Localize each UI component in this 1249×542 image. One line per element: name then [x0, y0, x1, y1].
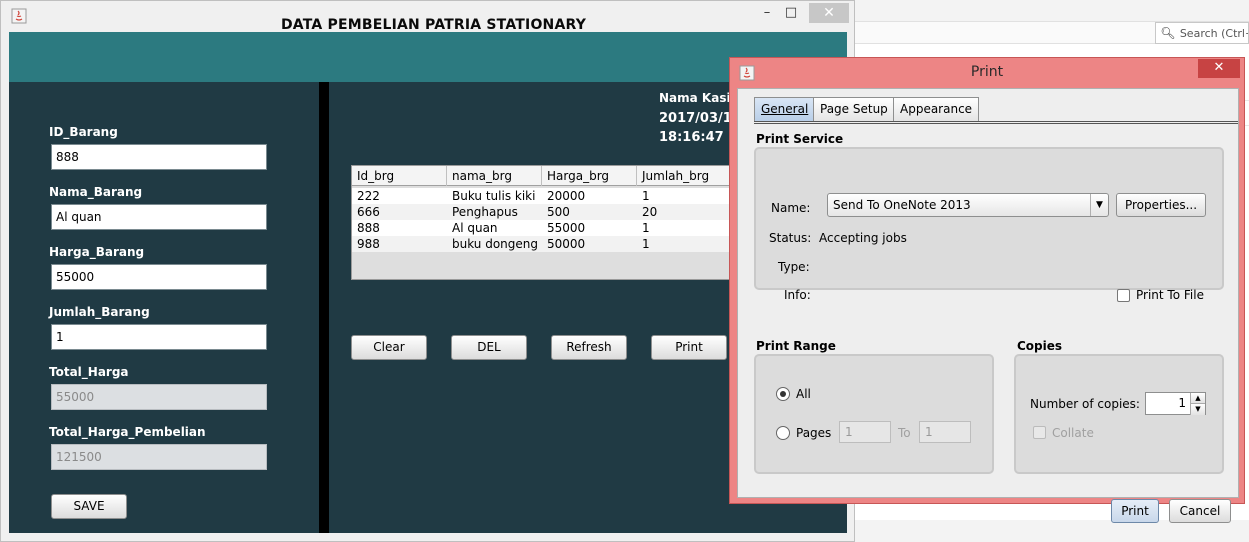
cell-nama: Penghapus: [452, 205, 518, 219]
info-label: Info:: [784, 288, 811, 302]
all-radio[interactable]: [776, 387, 790, 401]
cell-nama: buku dongeng: [452, 237, 539, 251]
harga-barang-input[interactable]: 55000: [51, 264, 267, 290]
print-service-group: Name: Status: Accepting jobs Type:: [754, 147, 1224, 290]
status-value: Accepting jobs: [819, 231, 907, 245]
name-label: Name:: [771, 201, 811, 215]
tab-page-setup[interactable]: Page Setup: [813, 97, 895, 121]
cell-harga: 20000: [547, 189, 586, 203]
printer-name-select[interactable]: Send To OneNote 2013 ▼: [827, 193, 1109, 217]
page-title: DATA PEMBELIAN PATRIA STATIONARY: [280, 17, 587, 33]
cell-id: 988: [357, 237, 380, 251]
column-header[interactable]: Jumlah_brg: [637, 166, 730, 186]
column-header[interactable]: nama_brg: [447, 166, 542, 186]
cell-harga: 55000: [547, 221, 586, 235]
dialog-body: General Page Setup Appearance Print Serv…: [737, 88, 1239, 523]
type-label: Type:: [778, 260, 810, 274]
cell-jumlah: 1: [642, 189, 650, 203]
main-window: – □ ✕ DATA PEMBELIAN PATRIA STATIONARY I…: [0, 0, 855, 542]
dialog-titlebar: Print ✕: [730, 58, 1244, 86]
cell-harga: 50000: [547, 237, 586, 251]
kasir-label: Nama Kasir: [659, 91, 737, 105]
print-range-heading: Print Range: [756, 339, 836, 353]
dialog-print-button[interactable]: Print: [1111, 499, 1159, 523]
nama-barang-input[interactable]: Al quan: [51, 204, 267, 230]
panel-divider: [319, 82, 329, 533]
copies-value: 1: [1178, 396, 1186, 410]
number-of-copies-label: Number of copies:: [1030, 397, 1140, 411]
column-header[interactable]: Harga_brg: [542, 166, 637, 186]
copies-heading: Copies: [1017, 339, 1063, 353]
form-panel: ID_Barang 888 Nama_Barang Al quan Harga_…: [9, 82, 319, 533]
table-row[interactable]: 988 buku dongeng 50000 1: [352, 236, 730, 252]
table-header: Id_brg nama_brg Harga_brg Jumlah_brg: [352, 166, 730, 186]
tab-appearance[interactable]: Appearance: [893, 97, 980, 121]
print-to-file-label: Print To File: [1136, 288, 1204, 302]
chevron-down-icon: ▼: [1090, 194, 1108, 216]
refresh-button[interactable]: Refresh: [551, 335, 627, 360]
purchase-table[interactable]: Id_brg nama_brg Harga_brg Jumlah_brg 222…: [351, 165, 731, 280]
cell-harga: 500: [547, 205, 570, 219]
label-id-barang: ID_Barang: [49, 125, 118, 139]
cell-nama: Buku tulis kiki: [452, 189, 536, 203]
column-header[interactable]: Id_brg: [352, 166, 447, 186]
status-label: Status:: [769, 231, 812, 245]
search-icon: 🔍︎: [1160, 26, 1176, 40]
pages-radio[interactable]: [776, 426, 790, 440]
properties-button[interactable]: Properties...: [1116, 193, 1206, 217]
clear-button[interactable]: Clear: [351, 335, 427, 360]
label-jumlah-barang: Jumlah_Barang: [49, 305, 150, 319]
label-nama-barang: Nama_Barang: [49, 185, 143, 199]
cell-jumlah: 1: [642, 237, 650, 251]
background-ribbon: [855, 0, 1249, 22]
pages-label: Pages: [796, 426, 832, 440]
time-display: 18:16:47: [659, 130, 724, 145]
printer-name-value: Send To OneNote 2013: [833, 198, 971, 212]
background-status-area: [855, 520, 1249, 542]
delete-button[interactable]: DEL: [451, 335, 527, 360]
copies-spinner[interactable]: 1 ▲ ▼: [1145, 392, 1206, 415]
cell-id: 222: [357, 189, 380, 203]
to-label: To: [898, 426, 911, 440]
banner: [9, 32, 847, 82]
search-placeholder: Search (Ctrl+: [1179, 26, 1248, 40]
tab-label: Page Setup: [820, 102, 888, 116]
total-harga-field: 55000: [51, 384, 267, 410]
dialog-cancel-button[interactable]: Cancel: [1169, 499, 1231, 523]
total-harga-pembelian-field: 121500: [51, 444, 267, 470]
tab-general[interactable]: General: [754, 97, 816, 121]
cell-nama: Al quan: [452, 221, 498, 235]
label-total-harga: Total_Harga: [49, 365, 129, 379]
tab-label: Appearance: [900, 102, 973, 116]
cell-jumlah: 1: [642, 221, 650, 235]
jumlah-barang-input[interactable]: 1: [51, 324, 267, 350]
tab-underline: [754, 121, 1238, 124]
id-barang-input[interactable]: 888: [51, 144, 267, 170]
print-to-file-checkbox[interactable]: [1117, 289, 1130, 302]
dialog-close-button[interactable]: ✕: [1198, 59, 1240, 78]
pages-to-input: 1: [919, 421, 971, 443]
spinner-up-icon[interactable]: ▲: [1190, 393, 1205, 404]
table-row[interactable]: 666 Penghapus 500 20: [352, 204, 730, 220]
collate-checkbox: [1033, 426, 1046, 439]
table-row[interactable]: 222 Buku tulis kiki 20000 1: [352, 188, 730, 204]
cell-jumlah: 20: [642, 205, 658, 219]
label-total-harga-pembelian: Total_Harga_Pembelian: [49, 425, 206, 439]
pages-from-input: 1: [839, 421, 891, 443]
print-range-group: [754, 354, 994, 474]
label-harga-barang: Harga_Barang: [49, 245, 145, 259]
collate-label: Collate: [1052, 426, 1094, 440]
background-search-box[interactable]: 🔍︎ Search (Ctrl+: [1155, 22, 1249, 44]
cell-id: 666: [357, 205, 380, 219]
print-button[interactable]: Print: [651, 335, 727, 360]
all-label: All: [796, 387, 811, 401]
print-dialog: Print ✕ General Page Setup Appearance Pr…: [729, 57, 1245, 523]
cell-id: 888: [357, 221, 380, 235]
dialog-title: Print: [970, 64, 1004, 80]
tab-label: General: [761, 102, 809, 116]
print-service-heading: Print Service: [756, 132, 844, 146]
table-row[interactable]: 888 Al quan 55000 1: [352, 220, 730, 236]
save-button[interactable]: SAVE: [51, 494, 127, 519]
spinner-down-icon[interactable]: ▼: [1190, 404, 1205, 415]
